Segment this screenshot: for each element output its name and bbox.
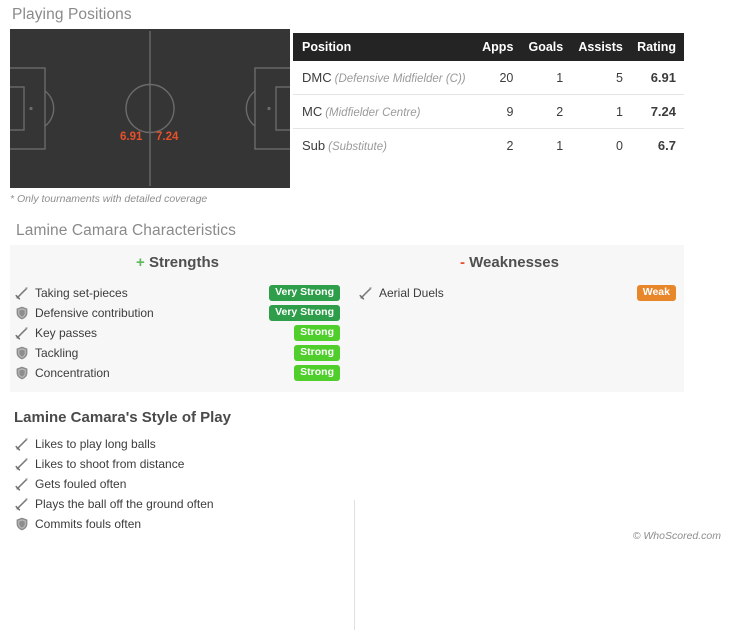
strengths-list: Taking set-pieces Very Strong Defensive … xyxy=(14,283,344,383)
list-item: Taking set-pieces Very Strong xyxy=(14,283,344,303)
column-header-assists[interactable]: Assists xyxy=(571,33,631,61)
position-full: (Substitute) xyxy=(328,141,387,153)
list-item: Concentration Strong xyxy=(14,363,344,383)
sword-icon xyxy=(14,436,30,452)
sword-icon xyxy=(14,476,30,492)
column-header-apps[interactable]: Apps xyxy=(473,33,522,61)
style-of-play-label: Plays the ball off the ground often xyxy=(35,497,214,511)
cell-goals: 2 xyxy=(521,94,572,129)
cell-goals: 1 xyxy=(556,138,564,153)
cell-position: DMC (Defensive Midfielder (C)) xyxy=(293,61,474,95)
cell-rating: 6.7 xyxy=(657,138,676,153)
list-item: Likes to play long balls xyxy=(14,434,214,454)
cell-goals: 1 xyxy=(521,61,572,95)
sword-icon xyxy=(358,285,374,301)
plus-sign-icon: + xyxy=(136,254,145,271)
style-of-play-label: Commits fouls often xyxy=(35,517,142,531)
status-badge: Very Strong xyxy=(269,285,340,301)
style-of-play-list: Likes to play long balls Likes to shoot … xyxy=(14,434,214,534)
cell-apps: 20 xyxy=(473,61,522,95)
table-header-row: Position Apps Goals Assists Rating xyxy=(293,33,684,61)
column-header-position[interactable]: Position xyxy=(293,33,474,61)
characteristics-column-divider xyxy=(354,500,355,630)
characteristics-panel: + Strengths - Weaknesses Taking set-piec… xyxy=(10,245,684,630)
strength-label: Defensive contribution xyxy=(35,306,154,320)
list-item: Aerial Duels Weak xyxy=(358,283,680,303)
cell-assists: 1 xyxy=(571,94,631,129)
strength-label: Tackling xyxy=(35,346,79,360)
column-header-rating[interactable]: Rating xyxy=(630,33,684,61)
shield-icon xyxy=(14,516,30,532)
list-item: Likes to shoot from distance xyxy=(14,454,214,474)
footer-credit: © WhoScored.com xyxy=(632,530,721,542)
weaknesses-list: Aerial Duels Weak xyxy=(358,283,680,303)
list-item: Tackling Strong xyxy=(14,343,344,363)
cell-rating: 6.91 xyxy=(630,61,684,95)
strength-label: Concentration xyxy=(35,366,110,380)
positions-footnote: * Only tournaments with detailed coverag… xyxy=(10,193,208,205)
positions-table-body: DMC (Defensive Midfielder (C)) 20 1 5 6.9… xyxy=(293,61,684,162)
list-item: Defensive contribution Very Strong xyxy=(14,303,344,323)
style-of-play-title: Lamine Camara's Style of Play xyxy=(14,409,231,426)
cell-apps: 2 xyxy=(506,138,514,153)
style-of-play-label: Gets fouled often xyxy=(35,477,127,491)
weakness-label: Aerial Duels xyxy=(379,286,444,300)
position-full: (Midfielder Centre) xyxy=(325,107,421,119)
list-item: Key passes Strong xyxy=(14,323,344,343)
sword-icon xyxy=(14,325,30,341)
style-of-play-label: Likes to play long balls xyxy=(35,437,156,451)
sword-icon xyxy=(14,456,30,472)
cell-assists: 5 xyxy=(571,61,631,95)
cell-position: Sub (Substitute) xyxy=(293,129,474,163)
position-abbr: MC xyxy=(302,104,323,119)
cell-apps: 9 xyxy=(473,94,522,129)
status-badge: Strong xyxy=(294,325,340,341)
pitch-graphic: 6.91 7.24 xyxy=(10,29,290,188)
sword-icon xyxy=(14,285,30,301)
sword-icon xyxy=(14,496,30,512)
playing-positions-title: Playing Positions xyxy=(12,6,132,23)
shield-icon xyxy=(14,305,30,321)
pitch-rating-dmc: 6.91 xyxy=(120,131,143,143)
strength-label: Key passes xyxy=(35,326,98,340)
strengths-heading-label: Strengths xyxy=(148,254,219,271)
status-badge: Strong xyxy=(294,345,340,361)
list-item: Commits fouls often xyxy=(14,514,214,534)
position-full: (Defensive Midfielder (C)) xyxy=(334,73,466,85)
table-row: MC (Midfielder Centre) 9 2 1 7.24 xyxy=(293,94,684,129)
characteristics-title: Lamine Camara Characteristics xyxy=(16,222,236,239)
strengths-heading: + Strengths xyxy=(136,254,219,271)
table-row: Sub (Substitute) 2 1 0 6.7 xyxy=(293,129,684,163)
cell-position: MC (Midfielder Centre) xyxy=(293,94,474,129)
weaknesses-heading: - Weaknesses xyxy=(460,254,559,271)
list-item: Plays the ball off the ground often xyxy=(14,494,214,514)
status-badge: Very Strong xyxy=(269,305,340,321)
status-badge: Weak xyxy=(636,285,676,301)
weaknesses-heading-label: Weaknesses xyxy=(469,254,559,271)
strength-label: Taking set-pieces xyxy=(35,286,128,300)
positions-table: Position Apps Goals Assists Rating DMC (D… xyxy=(293,33,684,162)
table-row: DMC (Defensive Midfielder (C)) 20 1 5 6.9… xyxy=(293,61,684,95)
cell-rating: 7.24 xyxy=(630,94,684,129)
shield-icon xyxy=(14,365,30,381)
position-abbr: DMC xyxy=(302,70,332,85)
list-item: Gets fouled often xyxy=(14,474,214,494)
cell-assists: 0 xyxy=(615,138,623,153)
column-header-goals[interactable]: Goals xyxy=(521,33,572,61)
status-badge: Strong xyxy=(294,365,340,381)
pitch-svg xyxy=(10,29,290,188)
positions-table-head: Position Apps Goals Assists Rating xyxy=(293,33,684,61)
minus-sign-icon: - xyxy=(460,254,465,271)
position-abbr: Sub xyxy=(302,138,326,153)
style-of-play-label: Likes to shoot from distance xyxy=(35,457,185,471)
shield-icon xyxy=(14,345,30,361)
pitch-rating-mc: 7.24 xyxy=(156,131,179,143)
